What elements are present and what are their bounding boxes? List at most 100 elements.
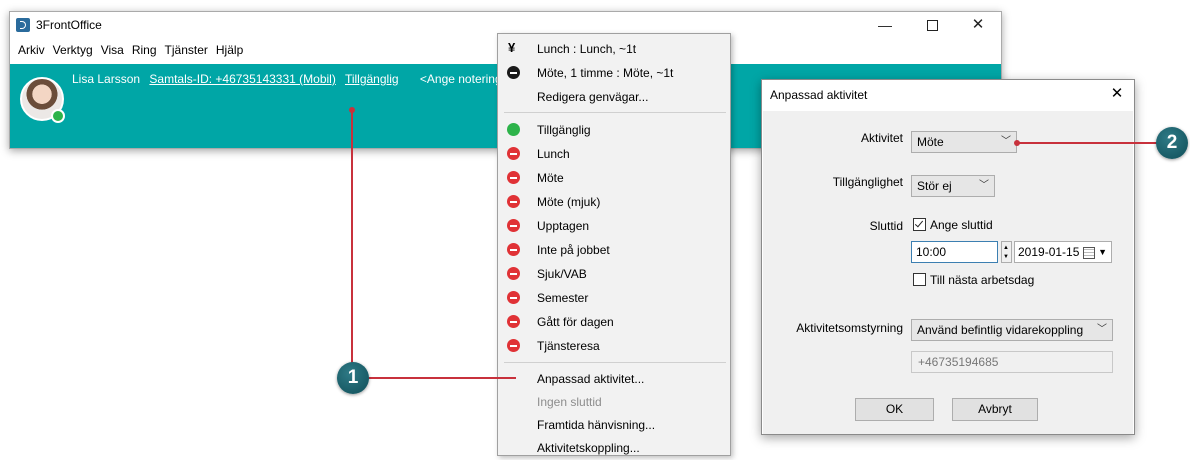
busy-icon xyxy=(507,339,520,352)
menu-item-lunch[interactable]: Lunch xyxy=(498,142,730,166)
menu-item-label: Möte, 1 timme : Möte, ~1t xyxy=(537,66,674,80)
busy-icon xyxy=(507,147,520,160)
menu-item-lunch-shortcut[interactable]: ¥ Lunch : Lunch, ~1t xyxy=(498,37,730,61)
dialog-body: Aktivitet Möte ﹀ Tillgänglighet Stör ej … xyxy=(763,111,1133,434)
menu-tjanster[interactable]: Tjänster xyxy=(157,41,208,61)
fork-knife-icon: ¥ xyxy=(508,40,516,55)
set-endtime-text: Ange sluttid xyxy=(930,218,993,232)
busy-icon xyxy=(507,171,520,184)
menu-separator xyxy=(504,112,726,113)
routing-number-field: +46735194685 xyxy=(911,351,1113,373)
menu-item-tillganglig[interactable]: Tillgänglig xyxy=(498,118,730,142)
menu-item-ingen-sluttid: Ingen sluttid xyxy=(498,390,730,414)
menu-item-label: Lunch : Lunch, ~1t xyxy=(537,42,637,56)
menu-item-label: Lunch xyxy=(537,147,570,161)
status-context-menu: ¥ Lunch : Lunch, ~1t Möte, 1 timme : Möt… xyxy=(497,33,731,456)
availability-select[interactable]: Stör ej ﹀ xyxy=(911,175,995,197)
chevron-down-icon: ﹀ xyxy=(1001,136,1011,147)
callout-1-line-horizontal xyxy=(351,377,516,379)
menu-verktyg[interactable]: Verktyg xyxy=(45,41,93,61)
menu-item-label: Ingen sluttid xyxy=(537,395,602,409)
maximize-button[interactable] xyxy=(914,15,950,35)
menu-item-label: Framtida hänvisning... xyxy=(537,418,656,432)
menu-item-label: Aktivitetskoppling... xyxy=(537,441,640,455)
dialog-close-button[interactable]: ✕ xyxy=(1108,84,1126,102)
app-logo-icon xyxy=(16,18,30,32)
close-button[interactable]: ✕ xyxy=(960,15,996,35)
busy-icon xyxy=(507,267,520,280)
spin-up-icon: ▲ xyxy=(1003,245,1009,251)
status-available-icon xyxy=(51,109,65,123)
busy-icon xyxy=(507,195,520,208)
menu-item-label: Upptagen xyxy=(537,219,590,233)
menu-item-aktivitetskoppling[interactable]: Aktivitetskoppling... xyxy=(498,436,730,460)
date-picker[interactable]: 2019-01-15 ▼ xyxy=(1014,241,1112,263)
menu-item-inte-pa-jobbet[interactable]: Inte på jobbet xyxy=(498,238,730,262)
activity-select[interactable]: Möte ﹀ xyxy=(911,131,1017,153)
busy-black-icon xyxy=(507,66,520,79)
menu-item-label: Inte på jobbet xyxy=(537,243,610,257)
menu-item-framtida-hanvisning[interactable]: Framtida hänvisning... xyxy=(498,413,730,437)
calendar-icon xyxy=(1083,247,1095,259)
menu-item-edit-shortcuts[interactable]: Redigera genvägar... xyxy=(498,85,730,109)
spin-down-icon: ▼ xyxy=(1003,254,1009,260)
menu-item-label: Möte (mjuk) xyxy=(537,195,601,209)
user-name: Lisa Larsson xyxy=(72,72,141,86)
menu-item-mote[interactable]: Möte xyxy=(498,166,730,190)
note-field[interactable]: <Ange notering> xyxy=(420,72,509,86)
callout-badge-2: 2 xyxy=(1156,127,1188,159)
dialog-title: Anpassad aktivitet xyxy=(770,88,868,102)
activity-value: Möte xyxy=(917,135,944,149)
ok-button[interactable]: OK xyxy=(855,398,934,421)
next-workday-checkbox[interactable]: Till nästa arbetsdag xyxy=(913,273,1034,287)
date-value: 2019-01-15 xyxy=(1018,245,1080,259)
callout-badge-1: 1 xyxy=(337,362,369,394)
call-id-link[interactable]: Samtals-ID: +46735143331 (Mobil) xyxy=(149,72,335,86)
maximize-icon xyxy=(926,20,938,31)
menu-ring[interactable]: Ring xyxy=(124,41,157,61)
busy-icon xyxy=(507,315,520,328)
busy-icon xyxy=(507,219,520,232)
routing-label: Aktivitetsomstyrning xyxy=(796,321,903,335)
minimize-button[interactable]: — xyxy=(867,15,903,35)
menu-item-semester[interactable]: Semester xyxy=(498,286,730,310)
time-spinner[interactable]: ▲ ▼ xyxy=(1001,241,1012,263)
menu-item-mote-mjuk[interactable]: Möte (mjuk) xyxy=(498,190,730,214)
routing-select[interactable]: Använd befintlig vidarekoppling ﹀ xyxy=(911,319,1113,341)
window-title: 3FrontOffice xyxy=(36,18,102,32)
availability-value: Stör ej xyxy=(917,179,952,193)
menu-item-label: Möte xyxy=(537,171,564,185)
menu-arkiv[interactable]: Arkiv xyxy=(10,41,45,61)
time-input[interactable]: 10:00 xyxy=(911,241,998,263)
menu-item-label: Semester xyxy=(537,291,589,305)
menu-item-label: Sjuk/VAB xyxy=(537,267,587,281)
callout-1-line-vertical xyxy=(351,110,353,378)
menu-item-sjuk-vab[interactable]: Sjuk/VAB xyxy=(498,262,730,286)
menu-item-anpassad-aktivitet[interactable]: Anpassad aktivitet... xyxy=(498,367,730,391)
dropdown-arrow-icon: ▼ xyxy=(1098,247,1107,257)
menu-item-gatt-for-dagen[interactable]: Gått för dagen xyxy=(498,310,730,334)
menu-item-label: Gått för dagen xyxy=(537,315,614,329)
next-workday-text: Till nästa arbetsdag xyxy=(930,273,1035,287)
callout-2-line xyxy=(1017,142,1157,144)
menu-item-meeting-shortcut[interactable]: Möte, 1 timme : Möte, ~1t xyxy=(498,61,730,85)
availability-label: Tillgänglighet xyxy=(832,175,903,189)
checkbox-unchecked-icon xyxy=(913,273,926,286)
menu-item-label: Anpassad aktivitet... xyxy=(537,372,645,386)
menu-visa[interactable]: Visa xyxy=(93,41,124,61)
menu-item-tjansteresa[interactable]: Tjänsteresa xyxy=(498,334,730,358)
routing-value: Använd befintlig vidarekoppling xyxy=(917,323,1084,337)
chevron-down-icon: ﹀ xyxy=(1097,324,1107,335)
cancel-button[interactable]: Avbryt xyxy=(952,398,1038,421)
menu-hjalp[interactable]: Hjälp xyxy=(208,41,243,61)
status-link[interactable]: Tillgänglig xyxy=(345,72,399,86)
busy-icon xyxy=(507,243,520,256)
checkbox-checked-icon xyxy=(913,218,926,231)
menu-item-upptagen[interactable]: Upptagen xyxy=(498,214,730,238)
menu-separator xyxy=(504,362,726,363)
set-endtime-checkbox[interactable]: Ange sluttid xyxy=(913,218,993,232)
menu-item-label: Tillgänglig xyxy=(537,123,591,137)
custom-activity-dialog: Anpassad aktivitet ✕ Aktivitet Möte ﹀ Ti… xyxy=(761,79,1135,435)
menu-item-label: Redigera genvägar... xyxy=(537,90,649,104)
activity-label: Aktivitet xyxy=(860,131,903,145)
